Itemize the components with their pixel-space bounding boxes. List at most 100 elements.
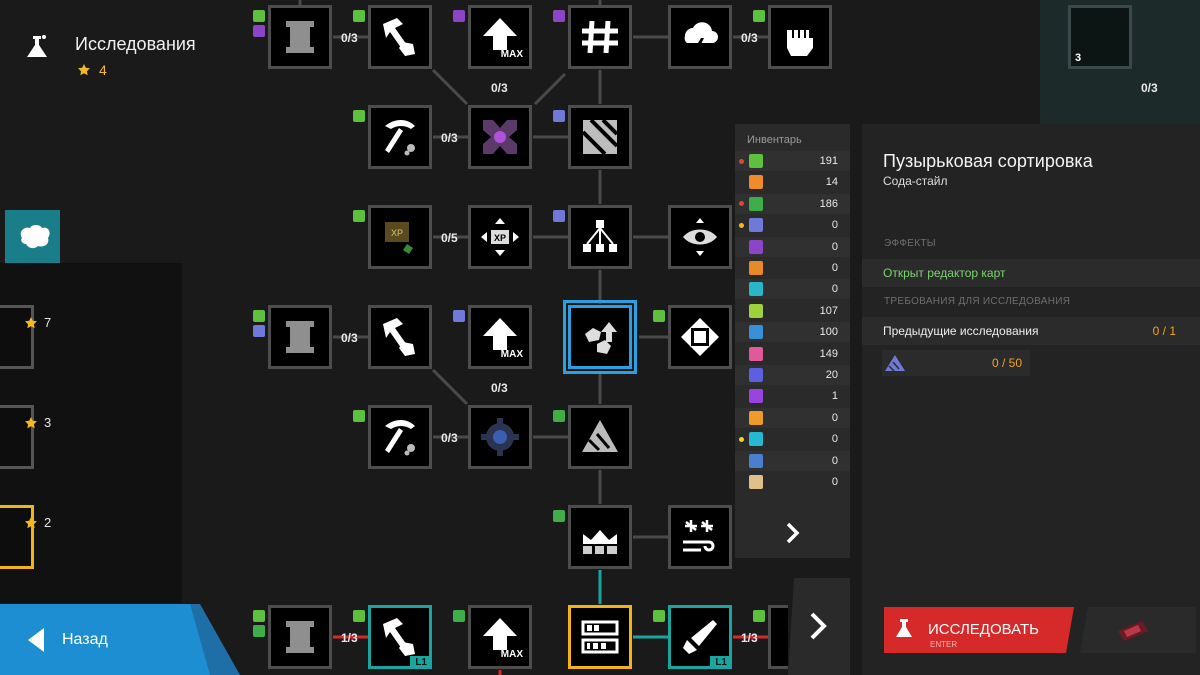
- tech-node-xp-expand[interactable]: XP: [468, 205, 532, 269]
- research-stars: 4: [77, 62, 107, 78]
- tier-stars: 7: [24, 315, 51, 330]
- category-badge[interactable]: [5, 210, 60, 263]
- blue-triangle-resource-icon: [749, 218, 763, 233]
- tech-node-hammer-gear[interactable]: [368, 5, 432, 69]
- inventory-title: Инвентарь: [747, 134, 802, 146]
- hammer-icon: [383, 618, 415, 656]
- blue-triangle-resource-icon: [885, 355, 905, 372]
- node-number: 3: [1075, 52, 1082, 64]
- tech-node-far-right[interactable]: 3: [1068, 5, 1132, 69]
- inventory-value: 20: [825, 369, 838, 381]
- progress-count: 0/3: [741, 31, 758, 45]
- inventory-row: 0: [735, 215, 850, 235]
- tech-node-partial[interactable]: [768, 605, 788, 669]
- green-gear-chip-icon: [353, 410, 365, 422]
- tier-stars: 2: [24, 515, 51, 530]
- tech-node-scroll[interactable]: [268, 5, 332, 69]
- inventory-row: 149: [735, 344, 850, 364]
- level-badge: L1: [410, 656, 432, 669]
- research-button-label: ИССЛЕДОВАТЬ: [928, 621, 1039, 638]
- inventory-value: 0: [831, 219, 838, 232]
- inventory-row: 0: [735, 407, 850, 428]
- alert-dot: [739, 201, 744, 207]
- inventory-value: 191: [819, 155, 838, 167]
- back-button[interactable]: Назад: [0, 604, 240, 675]
- tech-node-max-upgrade-2[interactable]: MAX: [468, 305, 532, 369]
- tier-star-count: 3: [44, 415, 52, 430]
- tech-node-tree-diagram[interactable]: [568, 205, 632, 269]
- green-gear-resource-icon: [749, 154, 763, 168]
- tech-node-pickaxe-2[interactable]: [368, 405, 432, 469]
- crown-blocks-icon: [583, 530, 617, 554]
- chevron-right-icon: [788, 578, 850, 675]
- inventory-row: 191: [735, 151, 850, 171]
- scroll-tree-next-button[interactable]: [788, 578, 850, 675]
- hash-icon: [582, 20, 618, 54]
- inventory-row: 107: [735, 301, 850, 321]
- green-gear-chip-icon: [653, 310, 665, 322]
- max-label: MAX: [500, 349, 523, 360]
- level-badge: L1: [710, 656, 732, 669]
- tech-node-scroll-3[interactable]: [268, 605, 332, 669]
- tech-node-xp-chip[interactable]: XP: [368, 205, 432, 269]
- svg-text:XP: XP: [391, 228, 403, 238]
- ticket-button[interactable]: [1080, 607, 1196, 653]
- prev-research-label: Предыдущие исследования: [883, 324, 1039, 338]
- tech-node-hammer-gear-2[interactable]: [368, 305, 432, 369]
- green-gear-chip-icon: [253, 610, 265, 622]
- tech-node-scroll-2[interactable]: [268, 305, 332, 369]
- research-details-panel: Пузырьковая сортировка Сода-стайл ЭФФЕКТ…: [862, 124, 1200, 675]
- hammer-icon: [383, 318, 415, 356]
- eye-icon: [683, 218, 717, 256]
- inventory-row: 20: [735, 365, 850, 385]
- tech-node-crown-blocks[interactable]: [568, 505, 632, 569]
- inventory-value: 0: [831, 262, 838, 274]
- inventory-row: 186: [735, 193, 850, 214]
- flask-icon: [27, 35, 47, 57]
- tech-node-blue-gear[interactable]: [468, 405, 532, 469]
- tech-node-max-upgrade-3[interactable]: MAX: [468, 605, 532, 669]
- tech-node-fist[interactable]: [768, 5, 832, 69]
- tech-node-stripes[interactable]: [568, 105, 632, 169]
- back-button-shape: [0, 604, 240, 675]
- tech-node-binary-counter[interactable]: [568, 605, 632, 669]
- effects-header: ЭФФЕКТЫ: [884, 238, 936, 249]
- tech-node-pickaxe[interactable]: [368, 105, 432, 169]
- inventory-value: 100: [819, 326, 838, 339]
- xp-chip-icon: XP: [385, 222, 413, 254]
- tech-node-max-upgrade[interactable]: MAX: [468, 5, 532, 69]
- blue-triangle-chip-icon: [553, 110, 565, 122]
- tech-node-purple-core[interactable]: [468, 105, 532, 169]
- tech-node-arrows-out[interactable]: [668, 305, 732, 369]
- inventory-next-button[interactable]: [735, 508, 850, 558]
- tech-node-storm[interactable]: [668, 5, 732, 69]
- tech-node-snow-wind[interactable]: [668, 505, 732, 569]
- inventory-row: 0: [735, 429, 850, 449]
- progress-count: 0/3: [1141, 81, 1158, 95]
- purple-stripe-resource-icon: [749, 239, 763, 254]
- green-gear-chip-icon: [353, 110, 365, 122]
- indigo-card-resource-icon: [749, 368, 763, 382]
- inventory-value: 0: [831, 240, 838, 253]
- tech-node-triangle-stack[interactable]: [568, 405, 632, 469]
- research-button[interactable]: ИССЛЕДОВАТЬ ENTER: [884, 607, 1074, 653]
- alert-dot: [739, 158, 744, 164]
- tech-node-eye[interactable]: [668, 205, 732, 269]
- resource-requirement-value: 0 / 50: [992, 356, 1023, 370]
- striped-tile-icon: [581, 118, 619, 156]
- resource-requirement: 0 / 50: [882, 350, 1030, 376]
- tech-node-drill-unlocked[interactable]: L1: [668, 605, 732, 669]
- inventory-row: 0: [735, 279, 850, 300]
- star-icon: [25, 316, 37, 328]
- pickaxe-icon: [385, 420, 415, 456]
- tech-node-hammer-gear-unlocked[interactable]: L1: [368, 605, 432, 669]
- tech-node-hash[interactable]: [568, 5, 632, 69]
- svg-text:XP: XP: [494, 233, 506, 243]
- green-gear-chip-icon: [353, 210, 365, 222]
- green-circle-chip-icon: [253, 625, 265, 637]
- tree-diagram-icon: [583, 220, 617, 252]
- tier-stars: 3: [24, 415, 51, 430]
- inventory-value: 107: [819, 304, 838, 317]
- brain-icon: [20, 224, 50, 248]
- tech-node-bubble-sort-selected[interactable]: [563, 300, 637, 374]
